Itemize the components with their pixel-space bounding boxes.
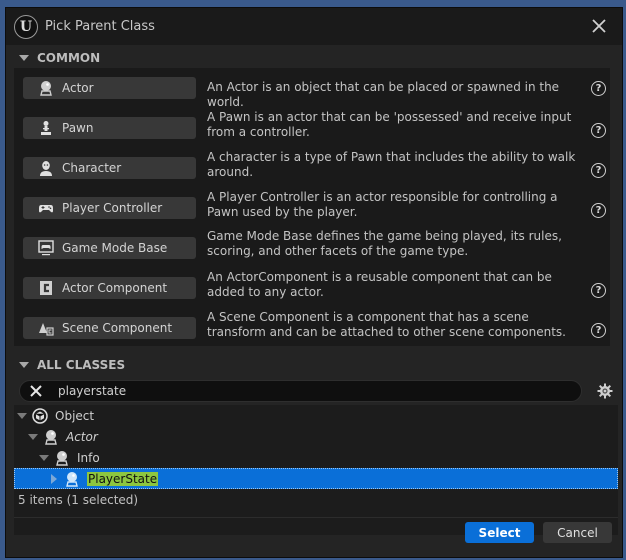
player-controller-class-description: A Player Controller is an actor responsi… (207, 190, 558, 219)
help-icon[interactable]: ? (591, 203, 606, 218)
class-search-row (14, 377, 618, 405)
item-count-status: 5 items (1 selected) (18, 493, 139, 507)
help-icon[interactable]: ? (591, 163, 606, 178)
clear-search-button[interactable] (28, 383, 44, 399)
pawn-icon (37, 119, 55, 137)
scene-component-class-description: A Scene Component is a component that ha… (207, 310, 566, 339)
character-class-label: Character (62, 161, 122, 175)
common-class-row: Character A character is a type of Pawn … (14, 148, 610, 188)
actor-component-class-button[interactable]: Actor Component (23, 277, 196, 299)
expand-arrow-icon[interactable] (51, 473, 57, 484)
actor-icon (37, 79, 55, 97)
character-class-button[interactable]: Character (23, 157, 196, 179)
actor-component-icon (37, 279, 55, 297)
object-icon (31, 407, 49, 425)
help-icon[interactable]: ? (591, 323, 606, 338)
common-class-row: Pawn A Pawn is an actor that can be 'pos… (14, 108, 610, 148)
common-class-row: Actor An Actor is an object that can be … (14, 68, 610, 109)
common-class-row: Game Mode Base Game Mode Base defines th… (14, 228, 610, 268)
actor-component-class-label: Actor Component (62, 281, 168, 295)
game-mode-base-class-label: Game Mode Base (62, 241, 168, 255)
actor-component-class-description: An ActorComponent is a reusable componen… (207, 270, 552, 299)
expand-arrow-icon[interactable] (39, 454, 49, 461)
unreal-logo-icon: U (14, 14, 38, 39)
tree-item-label: Info (77, 450, 100, 465)
pawn-class-label: Pawn (62, 121, 94, 135)
common-section-header[interactable]: COMMON (10, 47, 618, 69)
common-section-label: COMMON (37, 51, 101, 65)
actor-class-label: Actor (62, 81, 94, 95)
pawn-class-button[interactable]: Pawn (23, 117, 196, 139)
cancel-button[interactable]: Cancel (543, 522, 612, 543)
tree-item-label: PlayerState (87, 471, 159, 486)
help-icon[interactable]: ? (591, 123, 606, 138)
class-tree: Object Actor Info PlayerState (14, 405, 618, 535)
character-class-description: A character is a type of Pawn that inclu… (207, 150, 576, 179)
title-bar: U Pick Parent Class (6, 8, 622, 45)
close-button[interactable] (590, 17, 608, 35)
common-classes-panel: Actor An Actor is an object that can be … (14, 68, 610, 346)
collapse-arrow-icon (19, 362, 29, 368)
tree-item-label: Actor (66, 429, 98, 444)
common-class-row: Player Controller A Player Controller is… (14, 188, 610, 228)
game-mode-base-class-button[interactable]: Game Mode Base (23, 237, 196, 259)
close-icon (592, 19, 606, 33)
common-class-row: Actor Component An ActorComponent is a r… (14, 268, 610, 308)
tree-item-object[interactable]: Object (14, 405, 618, 426)
tree-item-label: Object (55, 408, 95, 423)
collapse-arrow-icon (19, 55, 29, 61)
scene-component-class-label: Scene Component (62, 321, 173, 335)
actor-class-button[interactable]: Actor (23, 77, 196, 99)
view-options-button[interactable] (596, 382, 614, 400)
actor-class-description: An Actor is an object that can be placed… (207, 80, 560, 109)
dialog-title: Pick Parent Class (45, 19, 155, 34)
actor-icon (63, 470, 81, 488)
scene-component-icon (37, 319, 55, 337)
tree-item-info[interactable]: Info (14, 447, 618, 468)
pawn-class-description: A Pawn is an actor that can be 'possesse… (207, 110, 572, 139)
game-mode-icon (37, 239, 55, 257)
expand-arrow-icon[interactable] (17, 412, 27, 419)
character-icon (37, 159, 55, 177)
gamepad-icon (37, 199, 55, 217)
class-search-input[interactable] (58, 384, 538, 398)
gear-icon (597, 383, 613, 399)
actor-icon (42, 428, 60, 446)
scene-component-class-button[interactable]: Scene Component (23, 317, 196, 339)
game-mode-base-class-description: Game Mode Base defines the game being pl… (207, 229, 562, 258)
help-icon[interactable]: ? (591, 283, 606, 298)
common-class-row: Scene Component A Scene Component is a c… (14, 308, 610, 348)
player-controller-class-label: Player Controller (62, 201, 163, 215)
all-classes-section-label: ALL CLASSES (37, 358, 126, 372)
close-icon (30, 385, 42, 397)
tree-item-actor[interactable]: Actor (14, 426, 618, 447)
expand-arrow-icon[interactable] (28, 433, 38, 440)
all-classes-section-header[interactable]: ALL CLASSES (10, 354, 618, 376)
actor-icon (53, 449, 71, 467)
player-controller-class-button[interactable]: Player Controller (23, 197, 196, 219)
tree-item-playerstate[interactable]: PlayerState (14, 468, 618, 489)
help-icon[interactable]: ? (591, 81, 606, 96)
pick-parent-class-dialog: U Pick Parent Class COMMON Actor An Acto… (5, 7, 623, 558)
footer-divider (14, 517, 618, 518)
class-search-box (19, 380, 582, 402)
select-button[interactable]: Select (465, 522, 534, 543)
